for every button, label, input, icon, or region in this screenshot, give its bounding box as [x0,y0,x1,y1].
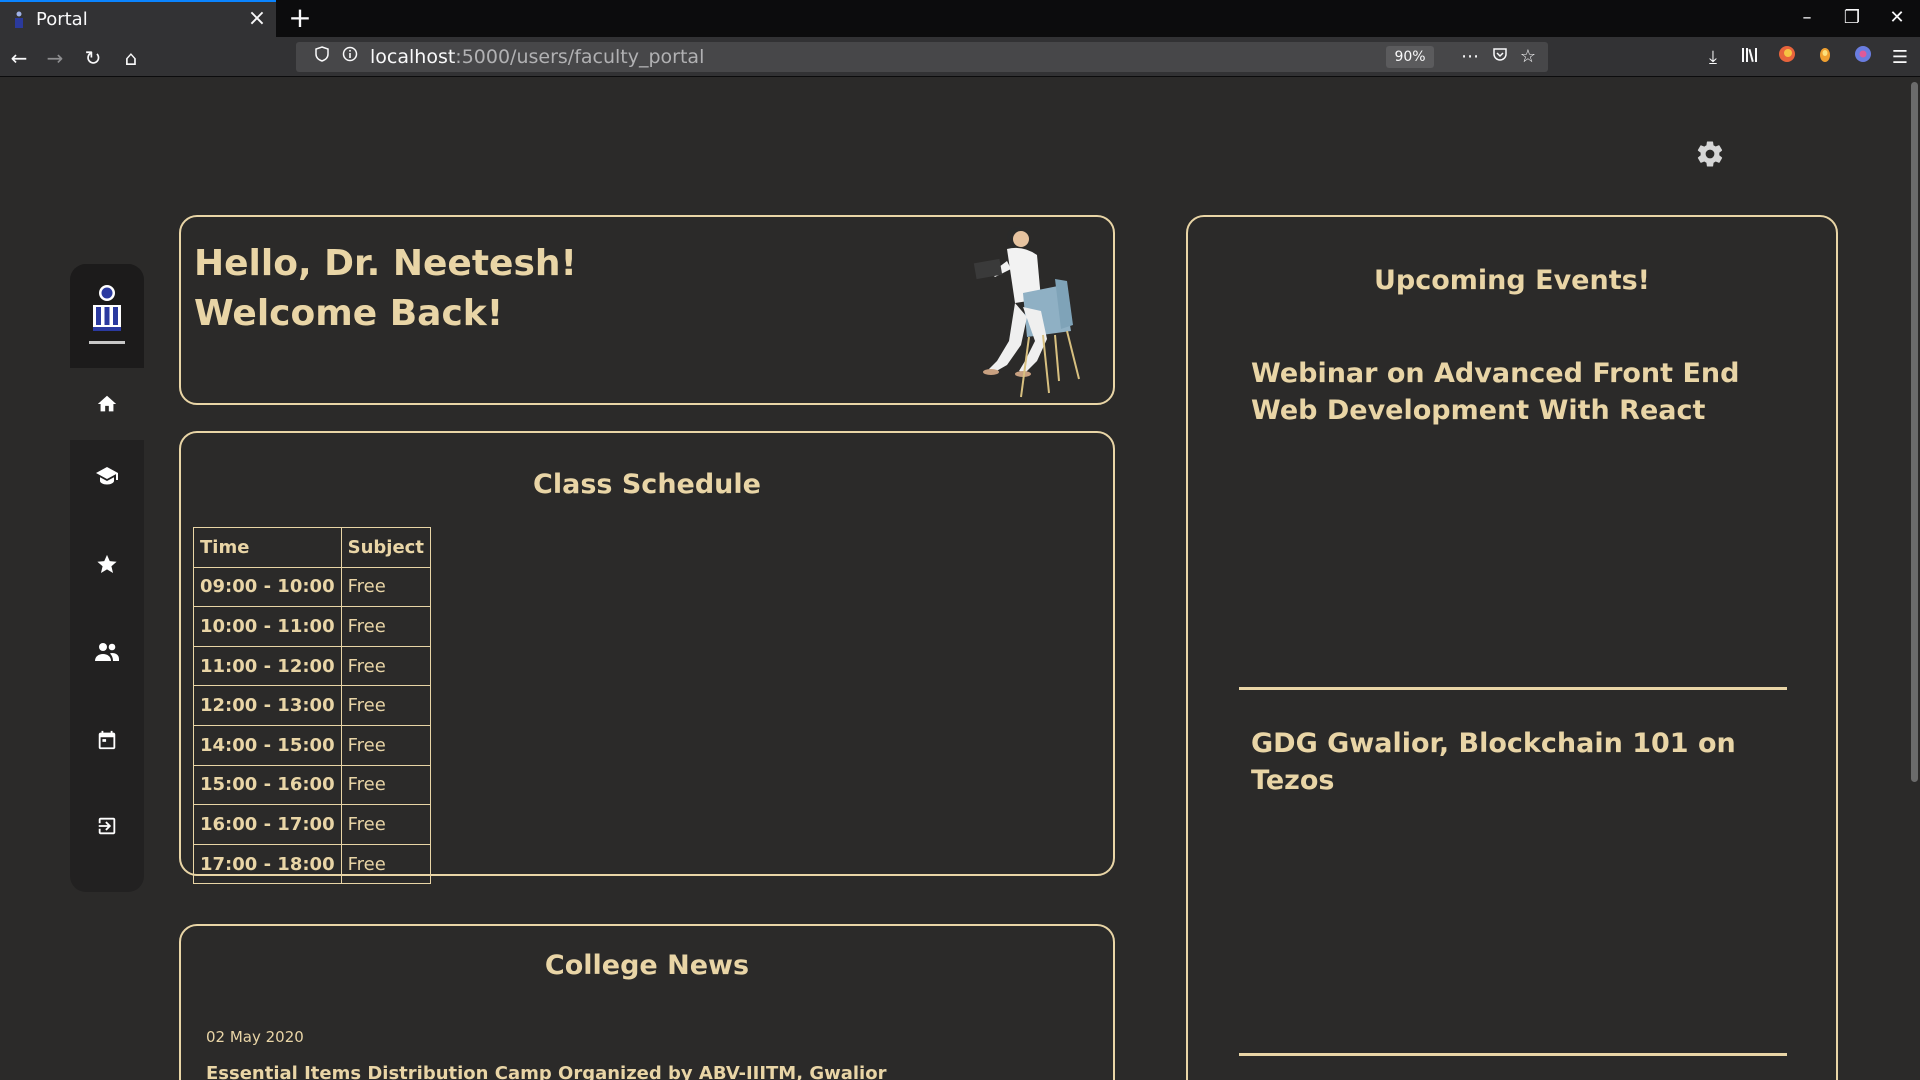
tab-favicon-icon [12,11,26,29]
menu-hamburger-icon[interactable]: ☰ [1887,45,1913,71]
shield-icon[interactable] [310,45,334,69]
home-icon [97,395,117,412]
event-item-title[interactable]: Webinar on Advanced Front End Web Develo… [1251,355,1791,429]
sidebar-item-students[interactable] [70,616,144,688]
row-subject: Free [340,843,431,885]
reload-icon[interactable]: ↻ [80,45,106,71]
row-time: 11:00 - 12:00 [193,645,342,687]
sidebar-item-courses[interactable] [70,440,144,512]
table-header-row: Time Subject [193,527,431,568]
row-subject: Free [340,724,431,766]
news-headline-link[interactable]: Essential Items Distribution Camp Organi… [206,1063,886,1080]
home-button-icon[interactable]: ⌂ [118,45,144,71]
table-row: 14:00 - 15:00 Free [193,724,431,766]
close-window-icon[interactable]: ✕ [1882,6,1912,30]
table-row: 12:00 - 13:00 Free [193,685,431,726]
star-icon [97,554,117,573]
schedule-title: Class Schedule [533,469,761,500]
forward-icon[interactable]: → [42,45,68,71]
row-subject: Free [340,764,431,806]
sidebar-item-favorites[interactable] [70,528,144,600]
greeting-welcome: Welcome Back! [194,293,504,334]
minimize-icon[interactable]: – [1792,6,1822,30]
scrollbar-thumb[interactable] [1911,82,1918,782]
extension-globe-icon[interactable] [1850,45,1876,71]
page-scrollbar[interactable] [1909,78,1920,1080]
calendar-icon [98,730,116,750]
settings-gear-icon[interactable] [1695,139,1725,169]
row-time: 16:00 - 17:00 [193,804,342,845]
row-time: 09:00 - 10:00 [193,566,342,608]
event-item-title[interactable]: GDG Gwalior, Blockchain 101 on Tezos [1251,725,1791,799]
bookmark-star-icon[interactable]: ☆ [1516,45,1540,69]
news-date: 02 May 2020 [206,1028,304,1046]
events-title: Upcoming Events! [1373,265,1650,296]
graduation-cap-icon [96,467,118,485]
header-subject: Subject [340,527,431,568]
row-time: 14:00 - 15:00 [193,724,342,766]
sidebar-item-home[interactable] [70,368,144,440]
browser-tabbar: Portal × + – ❐ ✕ [0,0,1920,37]
event-divider [1239,687,1787,690]
tab-close-icon[interactable]: × [246,8,268,30]
news-title: College News [544,950,750,981]
sidebar [70,264,144,892]
row-time: 17:00 - 18:00 [193,843,342,885]
logout-icon [98,817,116,835]
greeting-hello: Hello, Dr. Neetesh! [194,243,577,284]
url-text[interactable]: localhost:5000/users/faculty_portal [370,46,704,68]
row-subject: Free [340,804,431,845]
users-icon [95,643,119,661]
extension-drop-icon[interactable] [1812,45,1838,71]
event-divider [1239,1053,1787,1056]
url-bar[interactable]: localhost:5000/users/faculty_portal 90% … [296,42,1548,72]
browser-tab[interactable]: Portal × [0,0,276,37]
zoom-level[interactable]: 90% [1386,46,1434,68]
browser-toolbar: ← → ↻ ⌂ localhost:5000/users/faculty_por… [0,37,1920,77]
class-schedule-card: Class Schedule Time Subject 09:00 - 10:0… [179,431,1115,885]
info-icon[interactable] [338,45,362,69]
row-subject: Free [340,645,431,687]
sidebar-item-calendar[interactable] [70,704,144,776]
row-time: 12:00 - 13:00 [193,685,342,726]
table-row: 11:00 - 12:00 Free [193,645,431,687]
restore-icon[interactable]: ❐ [1837,6,1867,30]
pocket-icon[interactable] [1488,45,1512,69]
more-actions-icon[interactable]: ⋯ [1458,45,1482,69]
downloads-icon[interactable]: ⤓ [1700,45,1726,71]
url-host: localhost [370,46,456,68]
college-logo[interactable] [70,264,144,368]
back-icon[interactable]: ← [6,45,32,71]
row-subject: Free [340,606,431,647]
new-tab-button[interactable]: + [286,4,314,32]
upcoming-events-card: Upcoming Events! Webinar on Advanced Fro… [1186,215,1838,1080]
table-row: 10:00 - 11:00 Free [193,606,431,647]
table-row: 09:00 - 10:00 Free [193,566,431,608]
extension-fire-icon[interactable] [1774,45,1800,71]
greeting-card: Hello, Dr. Neetesh! Welcome Back! [179,215,1115,405]
table-row: 17:00 - 18:00 Free [193,843,431,885]
row-time: 15:00 - 16:00 [193,764,342,806]
tab-title: Portal [36,9,88,30]
row-time: 10:00 - 11:00 [193,606,342,647]
person-on-chair-illustration [963,221,1083,403]
row-subject: Free [340,566,431,608]
table-row: 15:00 - 16:00 Free [193,764,431,806]
college-news-card: College News 02 May 2020 Essential Items… [179,924,1115,1080]
header-time: Time [193,527,342,568]
row-subject: Free [340,685,431,726]
url-path: :5000/users/faculty_portal [455,46,705,68]
table-row: 16:00 - 17:00 Free [193,804,431,845]
page-content: Hello, Dr. Neetesh! Welcome Back! Class … [0,78,1909,1080]
library-icon[interactable] [1737,45,1763,71]
schedule-table: Time Subject 09:00 - 10:00 Free 10:00 - 1… [193,527,431,885]
sidebar-item-logout[interactable] [70,790,144,862]
